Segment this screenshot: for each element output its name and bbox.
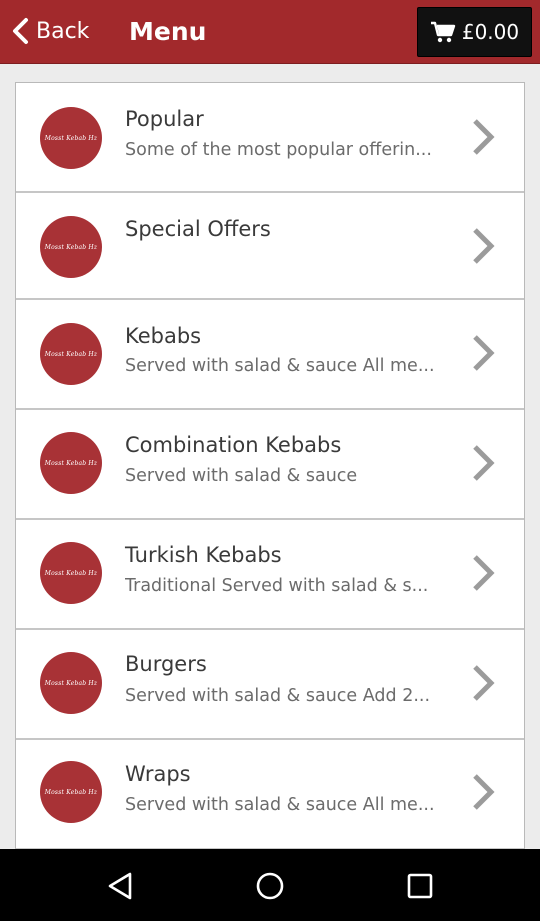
restaurant-logo: Mosst Kebab Hz xyxy=(40,652,102,714)
restaurant-logo: Mosst Kebab Hz xyxy=(40,107,102,169)
restaurant-logo: Mosst Kebab Hz xyxy=(40,542,102,604)
page-title: Menu xyxy=(129,16,207,46)
chevron-left-icon xyxy=(13,18,28,44)
category-name: Popular xyxy=(125,107,204,131)
category-description: Some of the most popular offerin... xyxy=(125,140,432,160)
chevron-right-icon xyxy=(473,119,495,155)
chevron-right-icon xyxy=(473,665,495,701)
category-description: Served with salad & sauce xyxy=(125,466,358,486)
restaurant-logo: Mosst Kebab Hz xyxy=(40,432,102,494)
menu-category-turkish-kebabs[interactable]: Mosst Kebab Hz Turkish Kebabs Traditiona… xyxy=(16,520,524,630)
category-name: Special Offers xyxy=(125,217,271,241)
category-name: Turkish Kebabs xyxy=(125,543,282,567)
chevron-right-icon xyxy=(473,774,495,810)
square-recents-icon[interactable] xyxy=(403,869,437,903)
restaurant-logo: Mosst Kebab Hz xyxy=(40,323,102,385)
category-name: Combination Kebabs xyxy=(125,433,342,457)
category-name: Burgers xyxy=(125,652,207,676)
system-navigation-bar xyxy=(0,849,540,921)
cart-button[interactable]: £0.00 xyxy=(417,7,532,57)
menu-category-kebabs[interactable]: Mosst Kebab Hz Kebabs Served with salad … xyxy=(16,300,524,410)
triangle-back-icon[interactable] xyxy=(103,869,137,903)
category-name: Kebabs xyxy=(125,324,202,348)
menu-category-popular[interactable]: Mosst Kebab Hz Popular Some of the most … xyxy=(16,83,524,193)
chevron-right-icon xyxy=(473,555,495,591)
category-name: Wraps xyxy=(125,762,191,786)
shopping-cart-icon xyxy=(430,21,456,43)
top-app-bar: Back Menu £0.00 xyxy=(0,0,540,64)
category-description: Served with salad & sauce Add 2... xyxy=(125,686,431,706)
restaurant-logo: Mosst Kebab Hz xyxy=(40,216,102,278)
back-label: Back xyxy=(36,18,90,44)
circle-home-icon[interactable] xyxy=(253,869,287,903)
cart-total: £0.00 xyxy=(461,20,520,44)
category-description: Served with salad & sauce All me... xyxy=(125,356,435,376)
restaurant-logo: Mosst Kebab Hz xyxy=(40,761,102,823)
menu-category-list: Mosst Kebab Hz Popular Some of the most … xyxy=(15,82,525,849)
menu-category-burgers[interactable]: Mosst Kebab Hz Burgers Served with salad… xyxy=(16,630,524,740)
chevron-right-icon xyxy=(473,335,495,371)
back-button[interactable]: Back xyxy=(10,12,89,50)
chevron-right-icon xyxy=(473,445,495,481)
menu-category-combination-kebabs[interactable]: Mosst Kebab Hz Combination Kebabs Served… xyxy=(16,410,524,520)
menu-category-wraps[interactable]: Mosst Kebab Hz Wraps Served with salad &… xyxy=(16,740,524,849)
category-description: Served with salad & sauce All me... xyxy=(125,795,435,815)
category-description: Traditional Served with salad & s... xyxy=(125,576,429,596)
menu-category-special-offers[interactable]: Mosst Kebab Hz Special Offers xyxy=(16,193,524,300)
chevron-right-icon xyxy=(473,228,495,264)
